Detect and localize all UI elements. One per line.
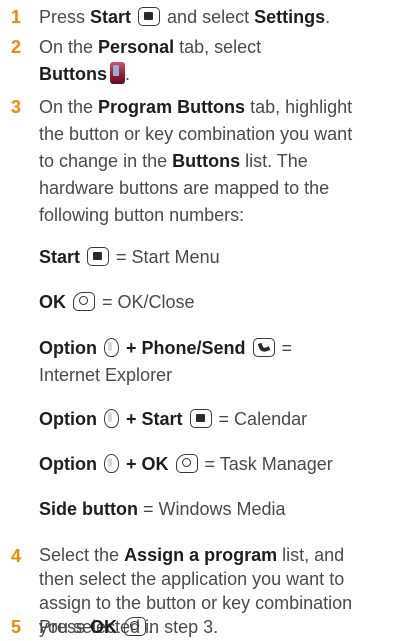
ok-key-icon (124, 617, 147, 636)
settings-term: Settings (254, 7, 326, 27)
program-buttons-term: Program Buttons (98, 97, 246, 117)
phone-send-key-icon (252, 338, 275, 357)
buttons-term: Buttons (172, 151, 241, 171)
option-key-icon (104, 454, 119, 473)
instructions-document: 1 Press Start and select Settings. 2 On … (0, 0, 412, 641)
start-term: Start (90, 7, 132, 27)
step-number: 1 (11, 7, 22, 27)
ok-term: OK (90, 617, 118, 637)
step-text: On the Program Buttons tab, highlight th… (39, 97, 353, 225)
windows-start-key-icon (138, 7, 161, 26)
step-text: On the Personal tab, select Buttons. (39, 37, 262, 84)
windows-start-key-icon (189, 409, 212, 428)
step-text: Press OK . (39, 617, 154, 637)
personal-term: Personal (98, 37, 175, 57)
buttons-term: Buttons (39, 64, 107, 84)
assign-program-term: Assign a program (124, 545, 278, 565)
step-text: Press Start and select Settings. (39, 7, 331, 27)
windows-start-key-icon (87, 247, 110, 266)
step-number: 3 (11, 97, 22, 117)
mapping-ok: OK = OK/Close (39, 292, 195, 312)
mapping-side-button: Side button = Windows Media (39, 499, 286, 519)
buttons-settings-icon (109, 62, 125, 84)
step-number: 5 (11, 617, 22, 637)
option-key-icon (104, 338, 119, 357)
ok-key-icon (73, 292, 96, 311)
mapping-option-start: Option + Start = Calendar (39, 409, 308, 429)
step-number: 2 (11, 37, 22, 57)
option-key-icon (104, 409, 119, 428)
mapping-option-phone: Option + Phone/Send = Internet Explorer (39, 338, 293, 385)
mapping-start: Start = Start Menu (39, 247, 220, 267)
mapping-option-ok: Option + OK = Task Manager (39, 454, 333, 474)
ok-key-icon (175, 454, 198, 473)
step-number: 4 (11, 546, 22, 566)
